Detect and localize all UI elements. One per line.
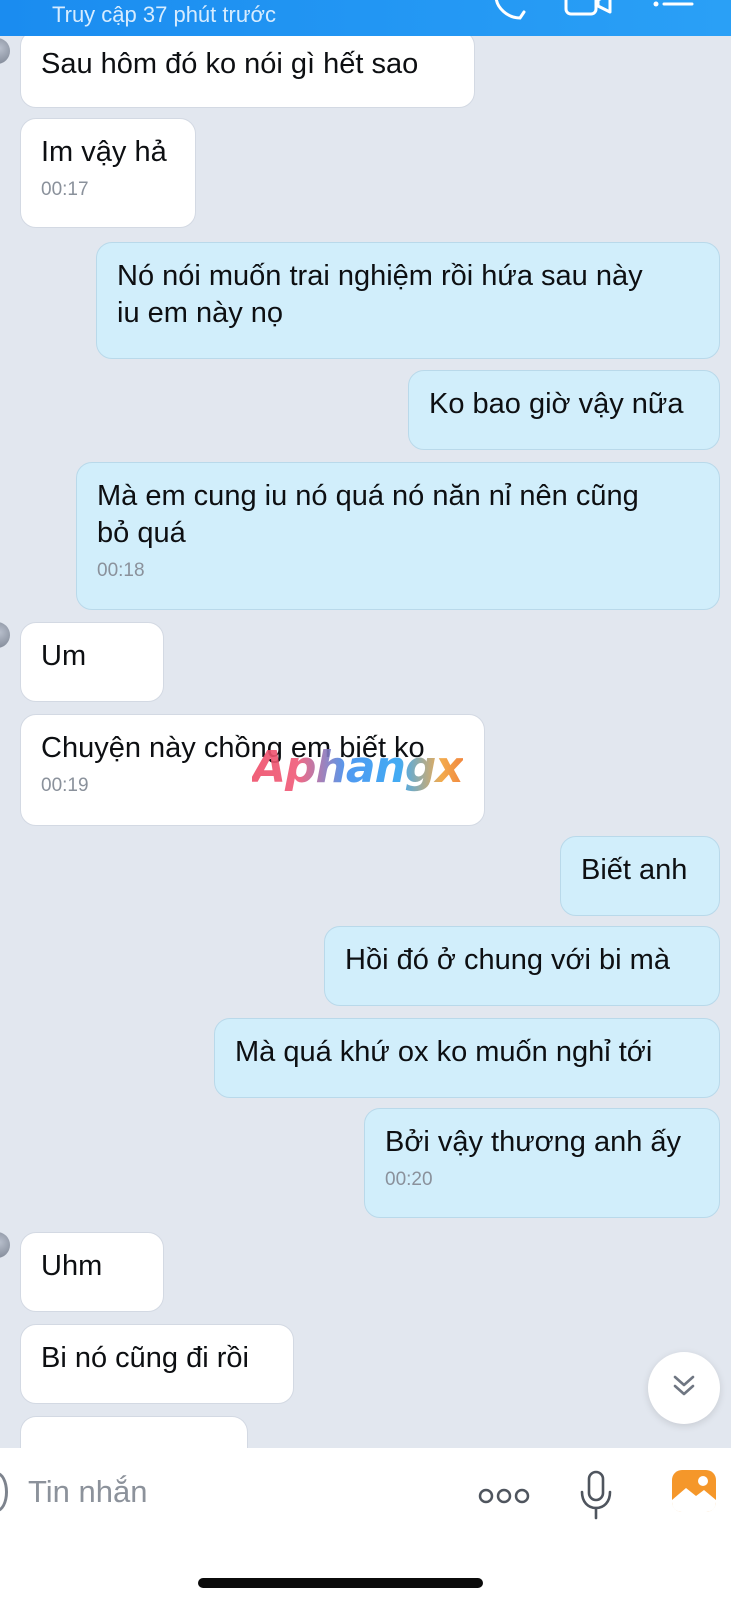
video-call-icon[interactable] (562, 0, 614, 24)
photo-gallery-icon[interactable] (670, 1468, 718, 1519)
message-bubble-outgoing[interactable]: Ko bao giờ vậy nữa (408, 370, 720, 450)
message-bubble-outgoing[interactable]: Nó nói muốn trai nghiệm rồi hứa sau này … (96, 242, 720, 359)
message-bubble-incoming[interactable]: Uhm (20, 1232, 164, 1312)
menu-list-icon[interactable] (650, 0, 694, 24)
message-text: Sau hôm đó ko nói gì hết sao (41, 48, 419, 80)
microphone-icon[interactable] (578, 1470, 614, 1527)
chat-header: Truy cập 37 phút trước (0, 0, 731, 36)
message-text: Mà em cung iu nó quá nó năn nỉ nên cũng … (97, 480, 639, 549)
message-text: Bi nó cũng đi rồi (41, 1342, 249, 1374)
message-text: Im vậy hả (41, 136, 167, 168)
message-text: Bởi vậy thương anh ấy (385, 1126, 682, 1158)
message-bubble-incoming[interactable]: Im vậy hả 00:17 (20, 118, 196, 228)
message-text: Nó nói muốn trai nghiệm rồi hứa sau này … (117, 260, 643, 329)
message-input[interactable]: Tin nhắn (28, 1474, 148, 1510)
chevron-double-down-icon (671, 1375, 697, 1402)
message-text: Ko bao giờ vậy nữa (429, 388, 684, 420)
message-bubble-outgoing[interactable]: Bởi vậy thương anh ấy 00:20 (364, 1108, 720, 1218)
emoji-icon[interactable] (0, 1472, 8, 1512)
home-indicator (198, 1578, 483, 1588)
message-bubble-outgoing[interactable]: Biết anh (560, 836, 720, 916)
last-seen-status: Truy cập 37 phút trước (52, 2, 276, 27)
message-time: 00:20 (385, 1169, 433, 1190)
watermark-logo: Aphangx (252, 742, 464, 793)
contact-avatar[interactable] (0, 622, 10, 648)
message-text: Uhm (41, 1250, 103, 1282)
message-text: Mà quá khứ ox ko muốn nghỉ tới (235, 1036, 653, 1068)
message-text: Um (41, 640, 87, 672)
scroll-to-bottom-button[interactable] (648, 1352, 720, 1424)
message-bubble-outgoing[interactable]: Hồi đó ở chung với bi mà (324, 926, 720, 1006)
message-bubble-incoming[interactable]: Sau hôm đó ko nói gì hết sao (20, 36, 475, 108)
message-bubble-incoming-partial[interactable] (20, 1416, 248, 1448)
more-dots-icon[interactable] (478, 1486, 530, 1511)
phone-call-icon[interactable] (490, 0, 530, 24)
message-bubble-outgoing[interactable]: Mà quá khứ ox ko muốn nghỉ tới (214, 1018, 720, 1098)
message-bubble-incoming[interactable]: Bi nó cũng đi rồi (20, 1324, 294, 1404)
message-bubble-incoming[interactable]: Um (20, 622, 164, 702)
message-text: Biết anh (581, 854, 688, 886)
message-text: Hồi đó ở chung với bi mà (345, 944, 670, 976)
contact-avatar[interactable] (0, 1232, 10, 1258)
message-time: 00:17 (41, 179, 89, 200)
contact-avatar[interactable] (0, 38, 10, 64)
message-bubble-outgoing[interactable]: Mà em cung iu nó quá nó năn nỉ nên cũng … (76, 462, 720, 610)
message-time: 00:18 (97, 560, 145, 581)
